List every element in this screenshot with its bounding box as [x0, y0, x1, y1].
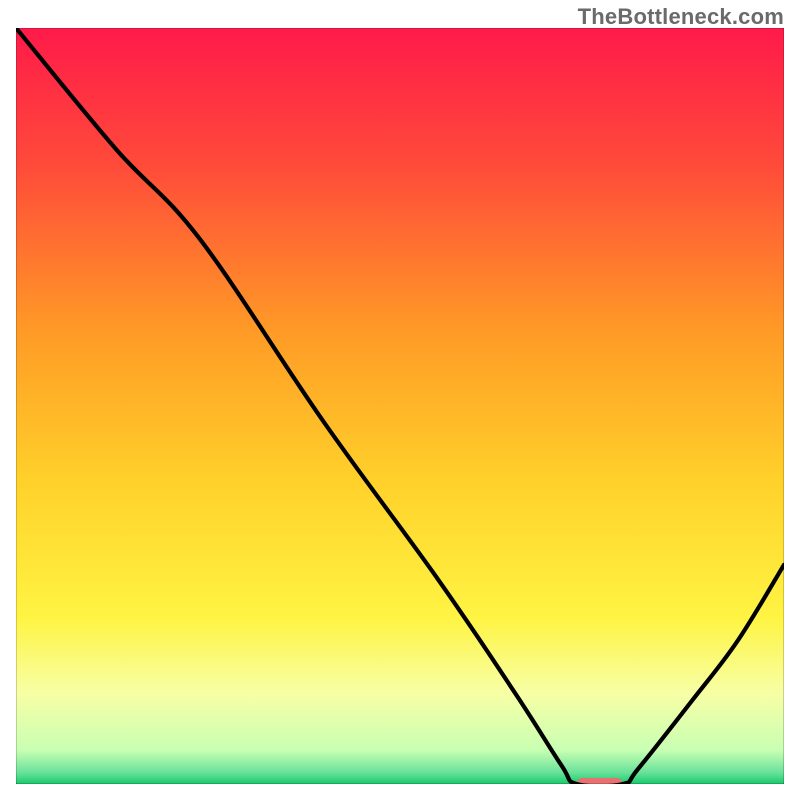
chart-svg	[16, 28, 784, 784]
watermark-label: TheBottleneck.com	[578, 4, 784, 30]
optimum-marker	[577, 778, 623, 784]
bottleneck-chart	[16, 28, 784, 784]
chart-background	[16, 28, 784, 784]
